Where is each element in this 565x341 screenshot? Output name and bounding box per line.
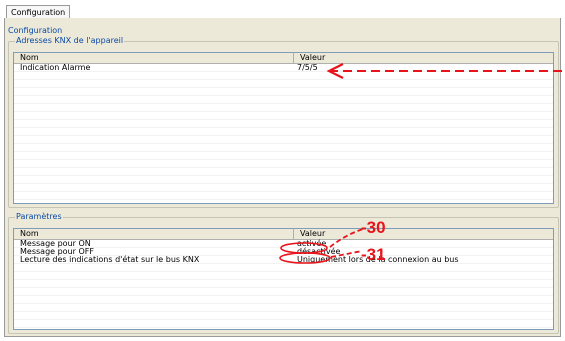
row-name: Indication Alarme [20, 63, 91, 72]
table-row[interactable]: Message pour ON activée [14, 240, 553, 248]
column-header-value[interactable]: Valeur [294, 229, 553, 239]
grid-body: Indication Alarme 7/5/5 [14, 64, 553, 203]
column-header-value[interactable]: Valeur [294, 53, 553, 63]
row-value[interactable]: Uniquement lors de la connexion au bus [297, 256, 459, 264]
knx-addresses-grid: Nom Valeur Indication Alarme 7/5/5 [13, 52, 554, 204]
grid-body: Message pour ON activée Message pour OFF… [14, 240, 553, 329]
group-knx-addresses-label: Adresses KNX de l'appareil [15, 36, 125, 46]
tab-bar: Configuration [4, 4, 561, 20]
column-header-name[interactable]: Nom [14, 229, 294, 239]
group-parameters-label: Paramètres [15, 212, 63, 222]
group-parameters: Paramètres Nom Valeur Message pour ON ac… [8, 212, 559, 334]
column-header-name[interactable]: Nom [14, 53, 294, 63]
grid-header: Nom Valeur [14, 229, 553, 240]
panel-title: Configuration [8, 26, 63, 35]
grid-header: Nom Valeur [14, 53, 553, 64]
parameters-grid: Nom Valeur Message pour ON activée Messa… [13, 228, 554, 330]
group-knx-addresses: Adresses KNX de l'appareil Nom Valeur In… [8, 36, 559, 208]
row-value[interactable]: 7/5/5 [297, 64, 318, 72]
table-row[interactable]: Indication Alarme 7/5/5 [14, 64, 553, 72]
row-name: Lecture des indications d'état sur le bu… [20, 255, 200, 264]
table-row[interactable]: Lecture des indications d'état sur le bu… [14, 256, 553, 264]
